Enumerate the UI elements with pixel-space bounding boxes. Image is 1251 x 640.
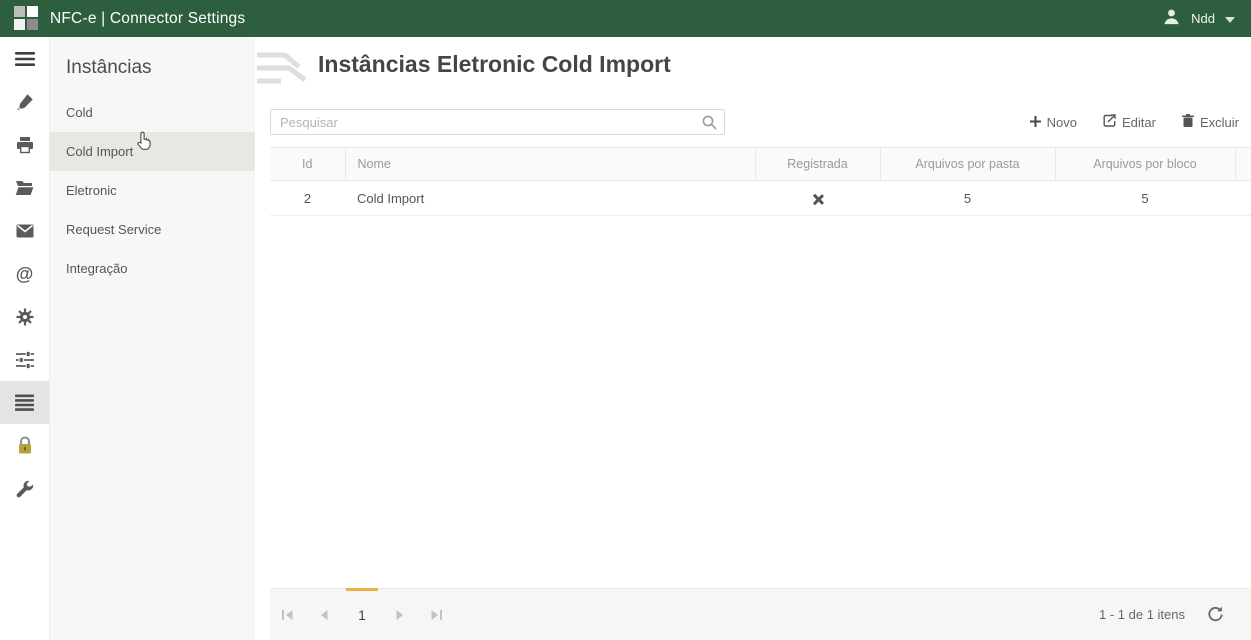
table-row[interactable]: 2 Cold Import 5 5 bbox=[270, 181, 1251, 216]
sidebar-item-cold[interactable]: Cold bbox=[50, 93, 255, 132]
sidebar-item-integracao[interactable]: Integração bbox=[50, 249, 255, 288]
sidebar-item-cold-import[interactable]: Cold Import bbox=[50, 132, 255, 171]
app-logo bbox=[14, 6, 39, 31]
edit-button[interactable]: Editar bbox=[1103, 114, 1156, 130]
sliders-icon[interactable] bbox=[0, 338, 49, 381]
toolbar-buttons: Novo Editar Excluir bbox=[1030, 114, 1239, 130]
icon-rail: @ bbox=[0, 37, 50, 640]
at-icon[interactable]: @ bbox=[0, 252, 49, 295]
new-button[interactable]: Novo bbox=[1030, 114, 1077, 130]
refresh-button[interactable] bbox=[1203, 603, 1227, 627]
plus-icon bbox=[1030, 115, 1041, 130]
sidebar-item-request-service[interactable]: Request Service bbox=[50, 210, 255, 249]
page-title: Instâncias Eletronic Cold Import bbox=[318, 51, 671, 78]
search-icon bbox=[702, 115, 717, 135]
folder-icon[interactable] bbox=[0, 166, 49, 209]
lock-icon[interactable] bbox=[0, 424, 49, 467]
delete-button[interactable]: Excluir bbox=[1182, 114, 1239, 130]
cell-arquivos-pasta: 5 bbox=[880, 181, 1055, 216]
edit-icon bbox=[1103, 114, 1116, 130]
sidebar-item-eletronic[interactable]: Eletronic bbox=[50, 171, 255, 210]
column-header-registrada[interactable]: Registrada bbox=[755, 148, 880, 181]
app-title: NFC-e | Connector Settings bbox=[50, 10, 245, 28]
column-header-arquivos-bloco[interactable]: Arquivos por bloco bbox=[1055, 148, 1235, 181]
toolbar: Novo Editar Excluir bbox=[270, 108, 1239, 136]
cell-spacer bbox=[1235, 181, 1251, 216]
next-page-button[interactable] bbox=[388, 603, 412, 627]
user-name: Ndd bbox=[1191, 11, 1215, 26]
trash-icon bbox=[1182, 114, 1194, 130]
cell-arquivos-bloco: 5 bbox=[1055, 181, 1235, 216]
printer-icon[interactable] bbox=[0, 123, 49, 166]
topbar: NFC-e | Connector Settings Ndd bbox=[0, 0, 1251, 37]
first-page-button[interactable] bbox=[276, 603, 300, 627]
cell-nome: Cold Import bbox=[345, 181, 755, 216]
gear-icon[interactable] bbox=[0, 295, 49, 338]
cell-registrada bbox=[755, 181, 880, 216]
user-menu[interactable]: Ndd bbox=[1162, 7, 1235, 31]
column-header-arquivos-pasta[interactable]: Arquivos por pasta bbox=[880, 148, 1055, 181]
search-input[interactable] bbox=[270, 109, 725, 135]
column-header-spacer bbox=[1235, 148, 1251, 181]
user-icon bbox=[1162, 7, 1181, 31]
column-header-nome[interactable]: Nome bbox=[345, 148, 755, 181]
pager: 1 1 - 1 de 1 itens bbox=[270, 588, 1251, 640]
brush-icon[interactable] bbox=[0, 80, 49, 123]
previous-page-button[interactable] bbox=[312, 603, 336, 627]
last-page-button[interactable] bbox=[424, 603, 448, 627]
instances-icon[interactable] bbox=[0, 381, 49, 424]
grid-header-row: Id Nome Registrada Arquivos por pasta Ar… bbox=[270, 148, 1251, 181]
page-watermark-icon bbox=[255, 43, 313, 98]
column-header-id[interactable]: Id bbox=[270, 148, 345, 181]
cell-id: 2 bbox=[270, 181, 345, 216]
data-grid: Id Nome Registrada Arquivos por pasta Ar… bbox=[270, 147, 1251, 216]
search-box bbox=[270, 109, 725, 135]
menu-icon[interactable] bbox=[0, 37, 49, 80]
pager-nav: 1 bbox=[276, 589, 448, 640]
chevron-down-icon bbox=[1225, 10, 1235, 28]
main-content: Instâncias Eletronic Cold Import Novo bbox=[255, 37, 1251, 640]
page-1-button[interactable]: 1 bbox=[348, 602, 376, 628]
sidebar-title: Instâncias bbox=[50, 37, 255, 93]
false-icon bbox=[812, 193, 824, 206]
pager-right: 1 - 1 de 1 itens bbox=[1099, 589, 1251, 640]
pager-info: 1 - 1 de 1 itens bbox=[1099, 607, 1185, 622]
mail-icon[interactable] bbox=[0, 209, 49, 252]
wrench-icon[interactable] bbox=[0, 467, 49, 510]
app-window: NFC-e | Connector Settings Ndd @ bbox=[0, 0, 1251, 640]
sidebar: Instâncias Cold Cold Import Eletronic Re… bbox=[50, 37, 255, 640]
